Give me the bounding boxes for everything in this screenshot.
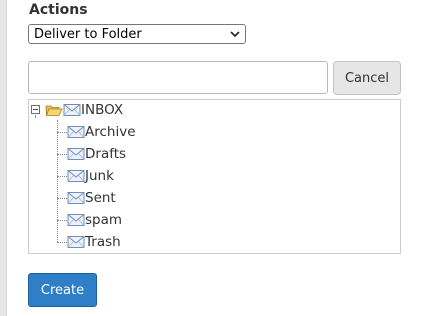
tree-item-label: spam [85,212,123,228]
tree-connector [57,198,67,199]
envelope-icon [67,214,85,226]
create-button[interactable]: Create [28,273,97,307]
collapse-minus-icon[interactable] [31,105,40,114]
tree-connector [35,115,36,117]
tree-connector [57,154,67,155]
envelope-icon [67,236,85,248]
tree-item-archive[interactable]: Archive [67,122,136,142]
tree-item-trash[interactable]: Trash [67,232,121,252]
tree-item-label: Archive [85,124,136,140]
tree-item-junk[interactable]: Junk [67,166,114,186]
envelope-icon [67,148,85,160]
tree-connector [57,176,67,177]
tree-item-drafts[interactable]: Drafts [67,144,126,164]
tree-connector [57,242,67,243]
envelope-icon [67,192,85,204]
tree-item-inbox[interactable]: INBOX [45,100,123,120]
folder-tree: INBOX Archive Drafts Junk Sent spam Tras… [28,99,401,254]
tree-item-label: Trash [85,234,121,250]
folder-name-input[interactable] [28,61,328,94]
tree-item-spam[interactable]: spam [67,210,122,230]
actions-select[interactable]: Deliver to Folder [28,24,246,44]
tree-connector [57,220,67,221]
envelope-icon [67,126,85,138]
envelope-icon [67,170,85,182]
tree-connector [57,120,58,242]
tree-item-label: Drafts [85,146,127,162]
tree-item-label: INBOX [81,102,124,118]
tree-connector [57,132,67,133]
actions-select-value: Deliver to Folder [34,26,142,42]
left-panel-edge [0,0,7,316]
open-folder-icon [45,105,63,116]
actions-label: Actions [29,2,88,18]
chevron-down-icon [230,31,240,38]
tree-item-label: Junk [85,168,114,184]
tree-item-sent[interactable]: Sent [67,188,116,208]
tree-item-label: Sent [85,190,116,206]
envelope-icon [63,104,81,116]
cancel-button[interactable]: Cancel [333,61,401,95]
